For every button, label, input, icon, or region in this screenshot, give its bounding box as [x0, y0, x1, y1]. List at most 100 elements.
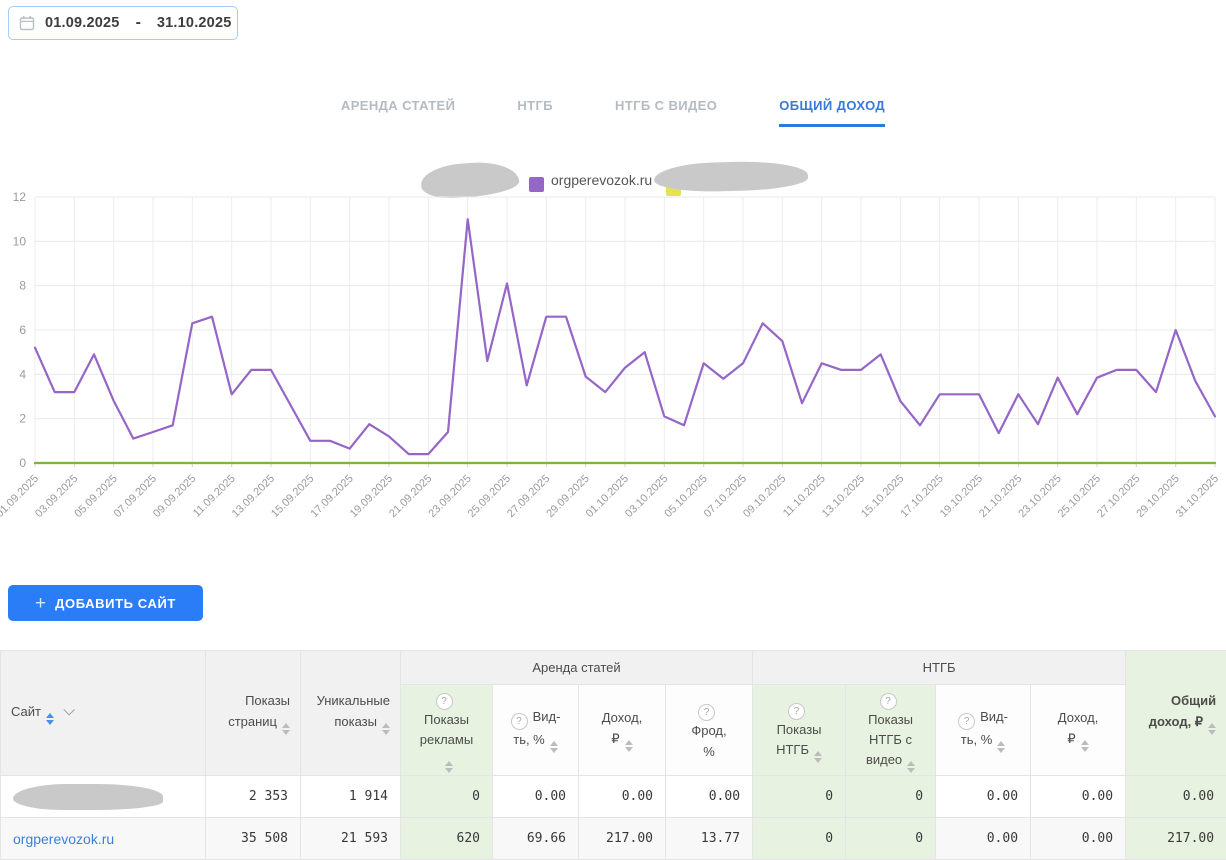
sites-table: Сайт Показы страниц Уникальные показы Ар… [0, 650, 1226, 860]
table-cell: 0.00 [579, 776, 666, 818]
dashboard-page: 01.09.2025 - 31.10.2025 АРЕНДА СТАТЕЙ НТ… [0, 0, 1226, 860]
sort-icon[interactable] [907, 761, 915, 773]
table-cell: 217.00 [1126, 818, 1226, 860]
sort-icon[interactable] [445, 761, 453, 773]
chevron-down-icon[interactable] [63, 704, 74, 715]
svg-text:0: 0 [19, 456, 26, 470]
sort-icon[interactable] [625, 740, 633, 752]
table-cell: 0 [401, 776, 493, 818]
column-header-fraud[interactable]: ?Фрод, % [666, 685, 753, 776]
help-icon[interactable]: ? [511, 713, 528, 730]
svg-text:29.09.2025: 29.09.2025 [544, 473, 591, 520]
column-header-income-arenda[interactable]: Доход, ₽ [579, 685, 666, 776]
table-row: orgperevozok.ru 35 508 21 593 620 69.66 … [1, 818, 1226, 860]
svg-text:07.09.2025: 07.09.2025 [112, 473, 159, 520]
svg-text:01.10.2025: 01.10.2025 [584, 473, 631, 520]
sort-icon[interactable] [550, 741, 558, 753]
column-header-total-income[interactable]: Общий доход, ₽ [1126, 651, 1226, 776]
table-cell: 35 508 [206, 818, 301, 860]
revenue-line-chart: 01.09.202503.09.202505.09.202507.09.2025… [0, 190, 1226, 542]
legend-swatch-orgperevozok[interactable] [529, 177, 544, 192]
column-header-ad-impressions[interactable]: ?Показы рекламы [401, 685, 493, 776]
calendar-icon [19, 15, 35, 31]
svg-text:23.10.2025: 23.10.2025 [1016, 473, 1063, 520]
svg-text:05.09.2025: 05.09.2025 [72, 473, 119, 520]
table-cell: 69.66 [493, 818, 579, 860]
redaction-blob-legend-1 [420, 160, 520, 201]
table-cell: 0 [753, 776, 846, 818]
svg-text:05.10.2025: 05.10.2025 [662, 473, 709, 520]
site-link[interactable]: orgperevozok.ru [13, 831, 114, 847]
table-cell: 0.00 [936, 818, 1031, 860]
sort-icon[interactable] [282, 723, 290, 735]
date-range-picker[interactable]: 01.09.2025 - 31.10.2025 [8, 6, 238, 40]
svg-text:27.10.2025: 27.10.2025 [1095, 473, 1142, 520]
table-cell: 217.00 [579, 818, 666, 860]
svg-text:12: 12 [13, 190, 27, 204]
svg-text:10: 10 [13, 234, 27, 248]
column-header-income-ntgb[interactable]: Доход, ₽ [1031, 685, 1126, 776]
svg-text:19.10.2025: 19.10.2025 [938, 473, 985, 520]
column-header-ntgb-video-impressions[interactable]: ?Показы НТГБ с видео [846, 685, 936, 776]
svg-text:01.09.2025: 01.09.2025 [0, 473, 41, 520]
column-header-viewability-ntgb[interactable]: ?Вид-ть, % [936, 685, 1031, 776]
site-cell: orgperevozok.ru [1, 818, 206, 860]
table-cell: 21 593 [301, 818, 401, 860]
sort-icon[interactable] [997, 741, 1005, 753]
sort-icon[interactable] [46, 713, 54, 725]
table-cell: 13.77 [666, 818, 753, 860]
svg-text:13.09.2025: 13.09.2025 [230, 473, 277, 520]
help-icon[interactable]: ? [958, 713, 975, 730]
date-end[interactable]: 31.10.2025 [157, 15, 232, 31]
sort-icon[interactable] [382, 723, 390, 735]
sort-icon[interactable] [814, 751, 822, 763]
table-cell: 0.00 [1126, 776, 1226, 818]
svg-text:27.09.2025: 27.09.2025 [505, 473, 552, 520]
svg-text:19.09.2025: 19.09.2025 [348, 473, 395, 520]
column-header-viewability-arenda[interactable]: ?Вид-ть, % [493, 685, 579, 776]
svg-text:09.09.2025: 09.09.2025 [151, 473, 198, 520]
sort-icon[interactable] [1081, 740, 1089, 752]
svg-text:2: 2 [19, 412, 26, 426]
table-cell: 0 [753, 818, 846, 860]
table-cell: 0.00 [493, 776, 579, 818]
tab-arenda-statey[interactable]: АРЕНДА СТАТЕЙ [341, 98, 455, 127]
svg-text:07.10.2025: 07.10.2025 [702, 473, 749, 520]
svg-text:13.10.2025: 13.10.2025 [820, 473, 867, 520]
svg-text:23.09.2025: 23.09.2025 [426, 473, 473, 520]
svg-text:11.09.2025: 11.09.2025 [191, 473, 238, 520]
table-cell: 2 353 [206, 776, 301, 818]
svg-text:17.10.2025: 17.10.2025 [898, 473, 945, 520]
svg-text:15.10.2025: 15.10.2025 [859, 473, 906, 520]
svg-text:25.09.2025: 25.09.2025 [466, 473, 513, 520]
column-header-ntgb-impressions[interactable]: ?Показы НТГБ [753, 685, 846, 776]
table-cell: 0.00 [666, 776, 753, 818]
help-icon[interactable]: ? [436, 693, 453, 710]
add-site-label: ДОБАВИТЬ САЙТ [55, 596, 176, 611]
svg-text:6: 6 [19, 323, 26, 337]
add-site-button[interactable]: + ДОБАВИТЬ САЙТ [8, 585, 203, 621]
plus-icon: + [35, 594, 46, 613]
svg-text:4: 4 [19, 367, 26, 381]
table-cell: 0 [846, 776, 936, 818]
tab-obschiy-dohod[interactable]: ОБЩИЙ ДОХОД [779, 98, 885, 127]
svg-text:15.09.2025: 15.09.2025 [269, 473, 316, 520]
table-cell: 1 914 [301, 776, 401, 818]
svg-text:8: 8 [19, 279, 26, 293]
help-icon[interactable]: ? [698, 704, 715, 721]
legend-label-orgperevozok[interactable]: orgperevozok.ru [551, 172, 652, 188]
help-icon[interactable]: ? [880, 693, 897, 710]
help-icon[interactable]: ? [788, 703, 805, 720]
tab-ntgb[interactable]: НТГБ [517, 98, 553, 127]
date-start[interactable]: 01.09.2025 [45, 15, 120, 31]
column-header-unique-views[interactable]: Уникальные показы [301, 651, 401, 776]
svg-text:17.09.2025: 17.09.2025 [308, 473, 355, 520]
column-header-page-views[interactable]: Показы страниц [206, 651, 301, 776]
table-row: 2 353 1 914 0 0.00 0.00 0.00 0 0 0.00 0.… [1, 776, 1226, 818]
svg-text:25.10.2025: 25.10.2025 [1056, 473, 1103, 520]
svg-text:09.10.2025: 09.10.2025 [741, 473, 788, 520]
sort-icon[interactable] [1208, 723, 1216, 735]
tab-ntgb-s-video[interactable]: НТГБ С ВИДЕО [615, 98, 717, 127]
column-header-site[interactable]: Сайт [1, 651, 206, 776]
table-cell: 0.00 [936, 776, 1031, 818]
